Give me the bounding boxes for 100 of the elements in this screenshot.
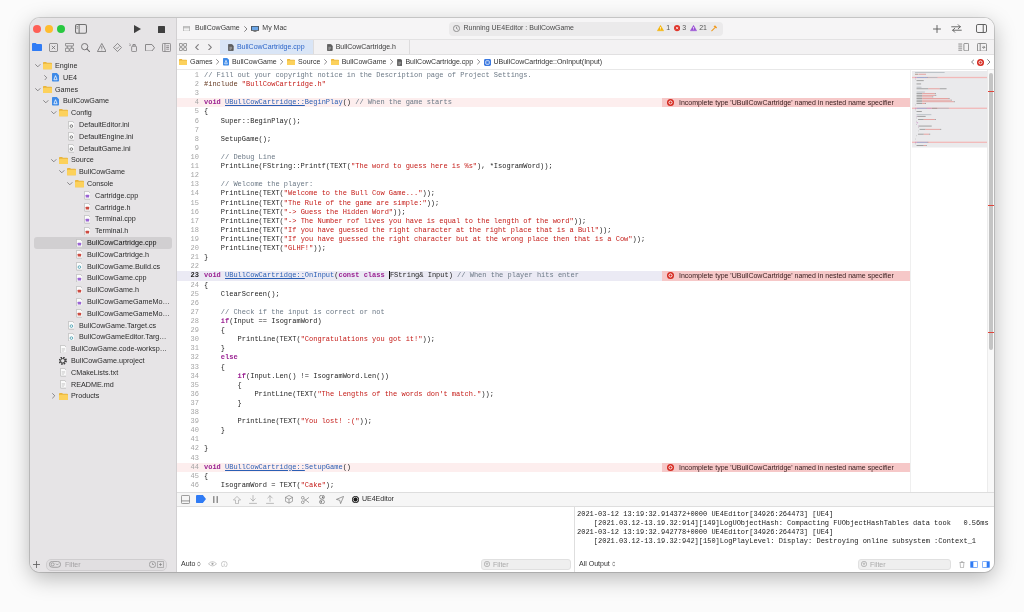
right-pane-icon[interactable]: [982, 560, 990, 568]
window-minimize-icon[interactable]: [45, 25, 53, 33]
chevron-right-icon[interactable]: [52, 393, 56, 399]
project-icon: [222, 58, 229, 66]
diamond-check-icon[interactable]: [113, 43, 123, 52]
error-icon[interactable]: [667, 99, 674, 107]
chevron-down-icon[interactable]: [35, 64, 41, 68]
warning-icon[interactable]: [657, 25, 665, 32]
script-file-icon: [67, 321, 75, 330]
sidebar-toggle-icon[interactable]: [75, 24, 87, 34]
chevron-right-icon: [280, 59, 284, 65]
window-zoom-icon[interactable]: [57, 25, 65, 33]
window-icon: [183, 25, 190, 32]
error-icon[interactable]: [667, 463, 674, 471]
logo-icon[interactable]: [352, 496, 359, 503]
filter-icon[interactable]: [484, 561, 490, 567]
settings-file-icon: [67, 144, 75, 153]
minimap[interactable]: [912, 71, 987, 148]
monitor-icon: [251, 25, 260, 32]
panel-toggle-icon[interactable]: [180, 495, 190, 504]
toggles-icon[interactable]: [318, 495, 325, 504]
header-file-icon: [83, 203, 91, 212]
chevron-down-icon[interactable]: [59, 170, 65, 174]
chevron-right-icon: [476, 59, 480, 65]
plus-square-icon[interactable]: [157, 561, 164, 568]
chevron-down-icon[interactable]: [67, 182, 73, 186]
list-icon[interactable]: [161, 43, 171, 52]
tag-icon[interactable]: [145, 43, 156, 52]
play-icon[interactable]: [133, 24, 141, 34]
forward-icon[interactable]: [208, 43, 212, 51]
chevron-down-icon[interactable]: [51, 158, 57, 162]
filter-icon[interactable]: [861, 561, 867, 567]
arrow-up-from-line-icon[interactable]: [266, 495, 274, 504]
left-pane-icon[interactable]: [970, 560, 978, 568]
alert-icon[interactable]: [690, 25, 698, 32]
swap-arrows-icon[interactable]: [950, 24, 962, 33]
chevron-down-icon[interactable]: [35, 87, 41, 92]
chevron-down-icon[interactable]: [51, 111, 57, 115]
script-file-icon: [67, 332, 75, 342]
cube-icon[interactable]: [285, 495, 293, 504]
document-icon: [59, 368, 67, 377]
scrollbar-thumb[interactable]: [989, 73, 993, 350]
add-icon[interactable]: [933, 24, 941, 33]
rounded-square-icon: [483, 58, 491, 66]
error-icon[interactable]: [977, 58, 985, 66]
chevron-right-icon[interactable]: [44, 74, 48, 81]
error-icon[interactable]: [674, 25, 681, 32]
clock-icon[interactable]: [149, 561, 156, 568]
info-icon[interactable]: [221, 560, 228, 568]
file-icon: [228, 43, 234, 51]
breakpoint-icon[interactable]: [196, 495, 206, 504]
folder-icon: [74, 180, 84, 188]
stop-icon[interactable]: [157, 25, 165, 33]
add-icon[interactable]: [33, 561, 40, 568]
header-file-icon: [75, 285, 83, 295]
inspector-toggle-icon[interactable]: [975, 24, 987, 33]
grid-icon[interactable]: [179, 43, 187, 51]
chevron-down-icon[interactable]: [43, 99, 49, 103]
editor-options-icon[interactable]: [957, 42, 969, 52]
warning-icon[interactable]: [96, 43, 107, 52]
header-file-icon: [75, 250, 83, 259]
window-close-icon[interactable]: [33, 25, 41, 33]
scissors-icon[interactable]: [300, 495, 309, 504]
folder-icon: [58, 156, 68, 164]
file-icon: [396, 58, 403, 66]
folder-icon[interactable]: [32, 43, 42, 52]
error-icon[interactable]: [667, 272, 674, 280]
folder-icon: [66, 168, 76, 176]
trash-icon[interactable]: [959, 560, 965, 568]
hierarchy-icon[interactable]: [64, 43, 74, 52]
chevron-right-icon: [323, 59, 328, 65]
chevron-right-icon[interactable]: [987, 59, 991, 65]
settings-file-icon: [67, 120, 75, 130]
chevron-right-icon: [243, 25, 248, 32]
source-file-icon: [75, 238, 83, 248]
clock-icon: [452, 25, 460, 32]
hammer-icon[interactable]: [711, 25, 718, 32]
x-square-icon[interactable]: [48, 43, 58, 52]
folder-icon: [58, 392, 68, 400]
settings-file-icon: [67, 132, 75, 141]
folder-icon: [330, 58, 339, 66]
error-marker-icon: [988, 91, 994, 93]
script-file-icon: [75, 262, 83, 271]
filter-options-icon[interactable]: [49, 561, 61, 568]
chevron-right-icon: [389, 59, 394, 65]
back-icon[interactable]: [195, 43, 199, 51]
add-editor-icon[interactable]: [977, 42, 987, 52]
document-icon: [59, 344, 67, 354]
eye-icon[interactable]: [208, 561, 217, 567]
arrow-down-to-line-icon[interactable]: [249, 495, 257, 504]
chevron-left-icon[interactable]: [970, 59, 975, 65]
pause-icon[interactable]: [212, 496, 218, 503]
folder-icon: [42, 85, 52, 94]
source-file-icon: [83, 215, 91, 224]
search-icon[interactable]: [80, 43, 90, 52]
folder-icon: [179, 58, 187, 66]
spray-can-icon[interactable]: [129, 43, 139, 52]
location-arrow-icon[interactable]: [335, 495, 344, 504]
scrollbar[interactable]: [987, 70, 994, 492]
arrow-up-icon[interactable]: [233, 495, 241, 504]
